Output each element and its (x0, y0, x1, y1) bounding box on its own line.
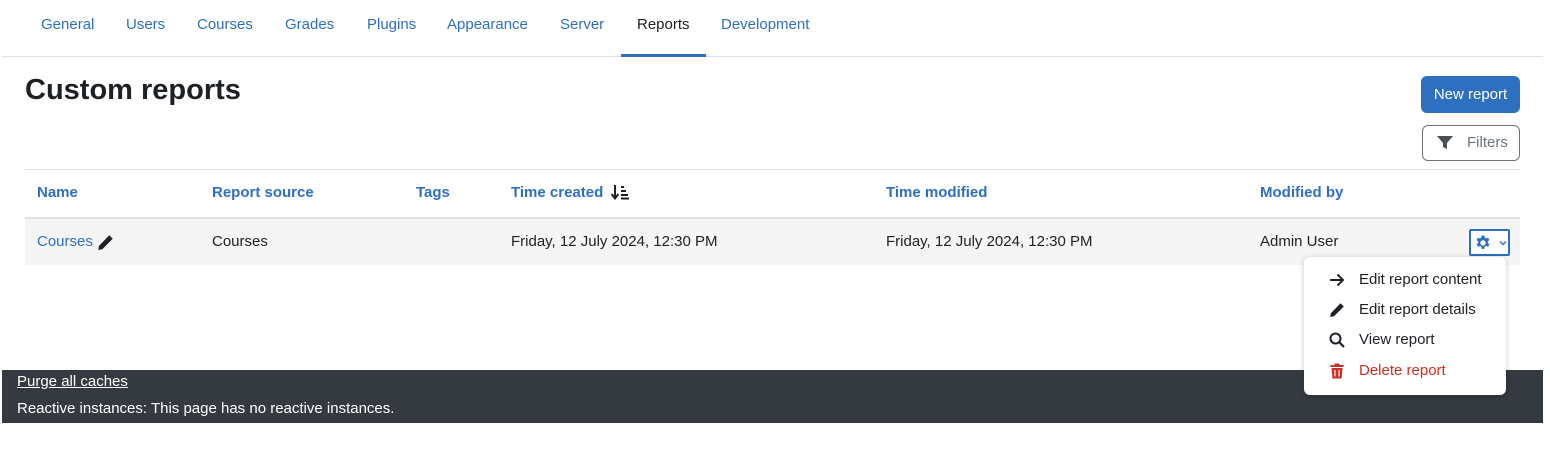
arrow-right-icon (1330, 273, 1345, 287)
page-title: Custom reports (25, 74, 241, 106)
purge-all-caches-link[interactable]: Purge all caches (17, 373, 128, 390)
menu-item-edit-report-details[interactable]: Edit report details (1304, 295, 1506, 325)
menu-item-edit-report-content[interactable]: Edit report content (1304, 265, 1506, 295)
menu-item-label: View report (1359, 331, 1435, 348)
chevron-down-icon (1499, 241, 1507, 246)
sort-descending-icon (611, 184, 630, 200)
menu-item-label: Delete report (1359, 362, 1446, 379)
actions-dropdown-menu: Edit report content Edit report details … (1304, 257, 1506, 395)
tab-plugins[interactable]: Plugins (351, 0, 432, 57)
column-header-name[interactable]: Name (37, 170, 78, 216)
column-header-time-created-label: Time created (511, 184, 604, 201)
tab-appearance[interactable]: Appearance (431, 0, 544, 57)
column-header-tags[interactable]: Tags (416, 170, 450, 216)
menu-item-label: Edit report content (1359, 271, 1482, 288)
menu-item-delete-report[interactable]: Delete report (1304, 356, 1506, 386)
reactive-instances-text: Reactive instances: This page has no rea… (17, 400, 395, 417)
tab-grades[interactable]: Grades (269, 0, 350, 57)
time-modified-cell: Friday, 12 July 2024, 12:30 PM (886, 233, 1093, 250)
column-header-time-modified[interactable]: Time modified (886, 170, 987, 216)
edit-name-pencil-icon[interactable] (97, 234, 114, 251)
table-row: Courses Courses Friday, 12 July 2024, 12… (25, 219, 1520, 265)
tab-users[interactable]: Users (110, 0, 181, 57)
tab-reports[interactable]: Reports (621, 0, 706, 57)
report-source-cell: Courses (212, 233, 268, 250)
search-icon (1329, 332, 1345, 348)
filters-button-label: Filters (1467, 134, 1508, 151)
tab-development[interactable]: Development (705, 0, 825, 57)
tab-server[interactable]: Server (544, 0, 620, 57)
filter-icon (1437, 136, 1453, 149)
column-header-time-created[interactable]: Time created (511, 170, 630, 216)
time-created-cell: Friday, 12 July 2024, 12:30 PM (511, 233, 718, 250)
tab-courses[interactable]: Courses (181, 0, 269, 57)
menu-item-label: Edit report details (1359, 301, 1476, 318)
trash-icon (1330, 363, 1344, 379)
gear-icon (1476, 235, 1490, 249)
actions-menu-button[interactable] (1469, 229, 1510, 256)
pencil-icon (1330, 303, 1344, 317)
column-header-report-source[interactable]: Report source (212, 170, 314, 216)
primary-navigation: General Users Courses Grades Plugins App… (2, 0, 1543, 57)
menu-item-view-report[interactable]: View report (1304, 325, 1506, 355)
reports-table: Name Report source Tags Time created Tim… (25, 169, 1520, 265)
report-name-link[interactable]: Courses (37, 219, 93, 265)
column-header-modified-by[interactable]: Modified by (1260, 170, 1343, 216)
table-header: Name Report source Tags Time created Tim… (25, 169, 1520, 219)
filters-button[interactable]: Filters (1422, 125, 1520, 161)
new-report-button[interactable]: New report (1421, 76, 1520, 113)
tab-general[interactable]: General (25, 0, 110, 57)
